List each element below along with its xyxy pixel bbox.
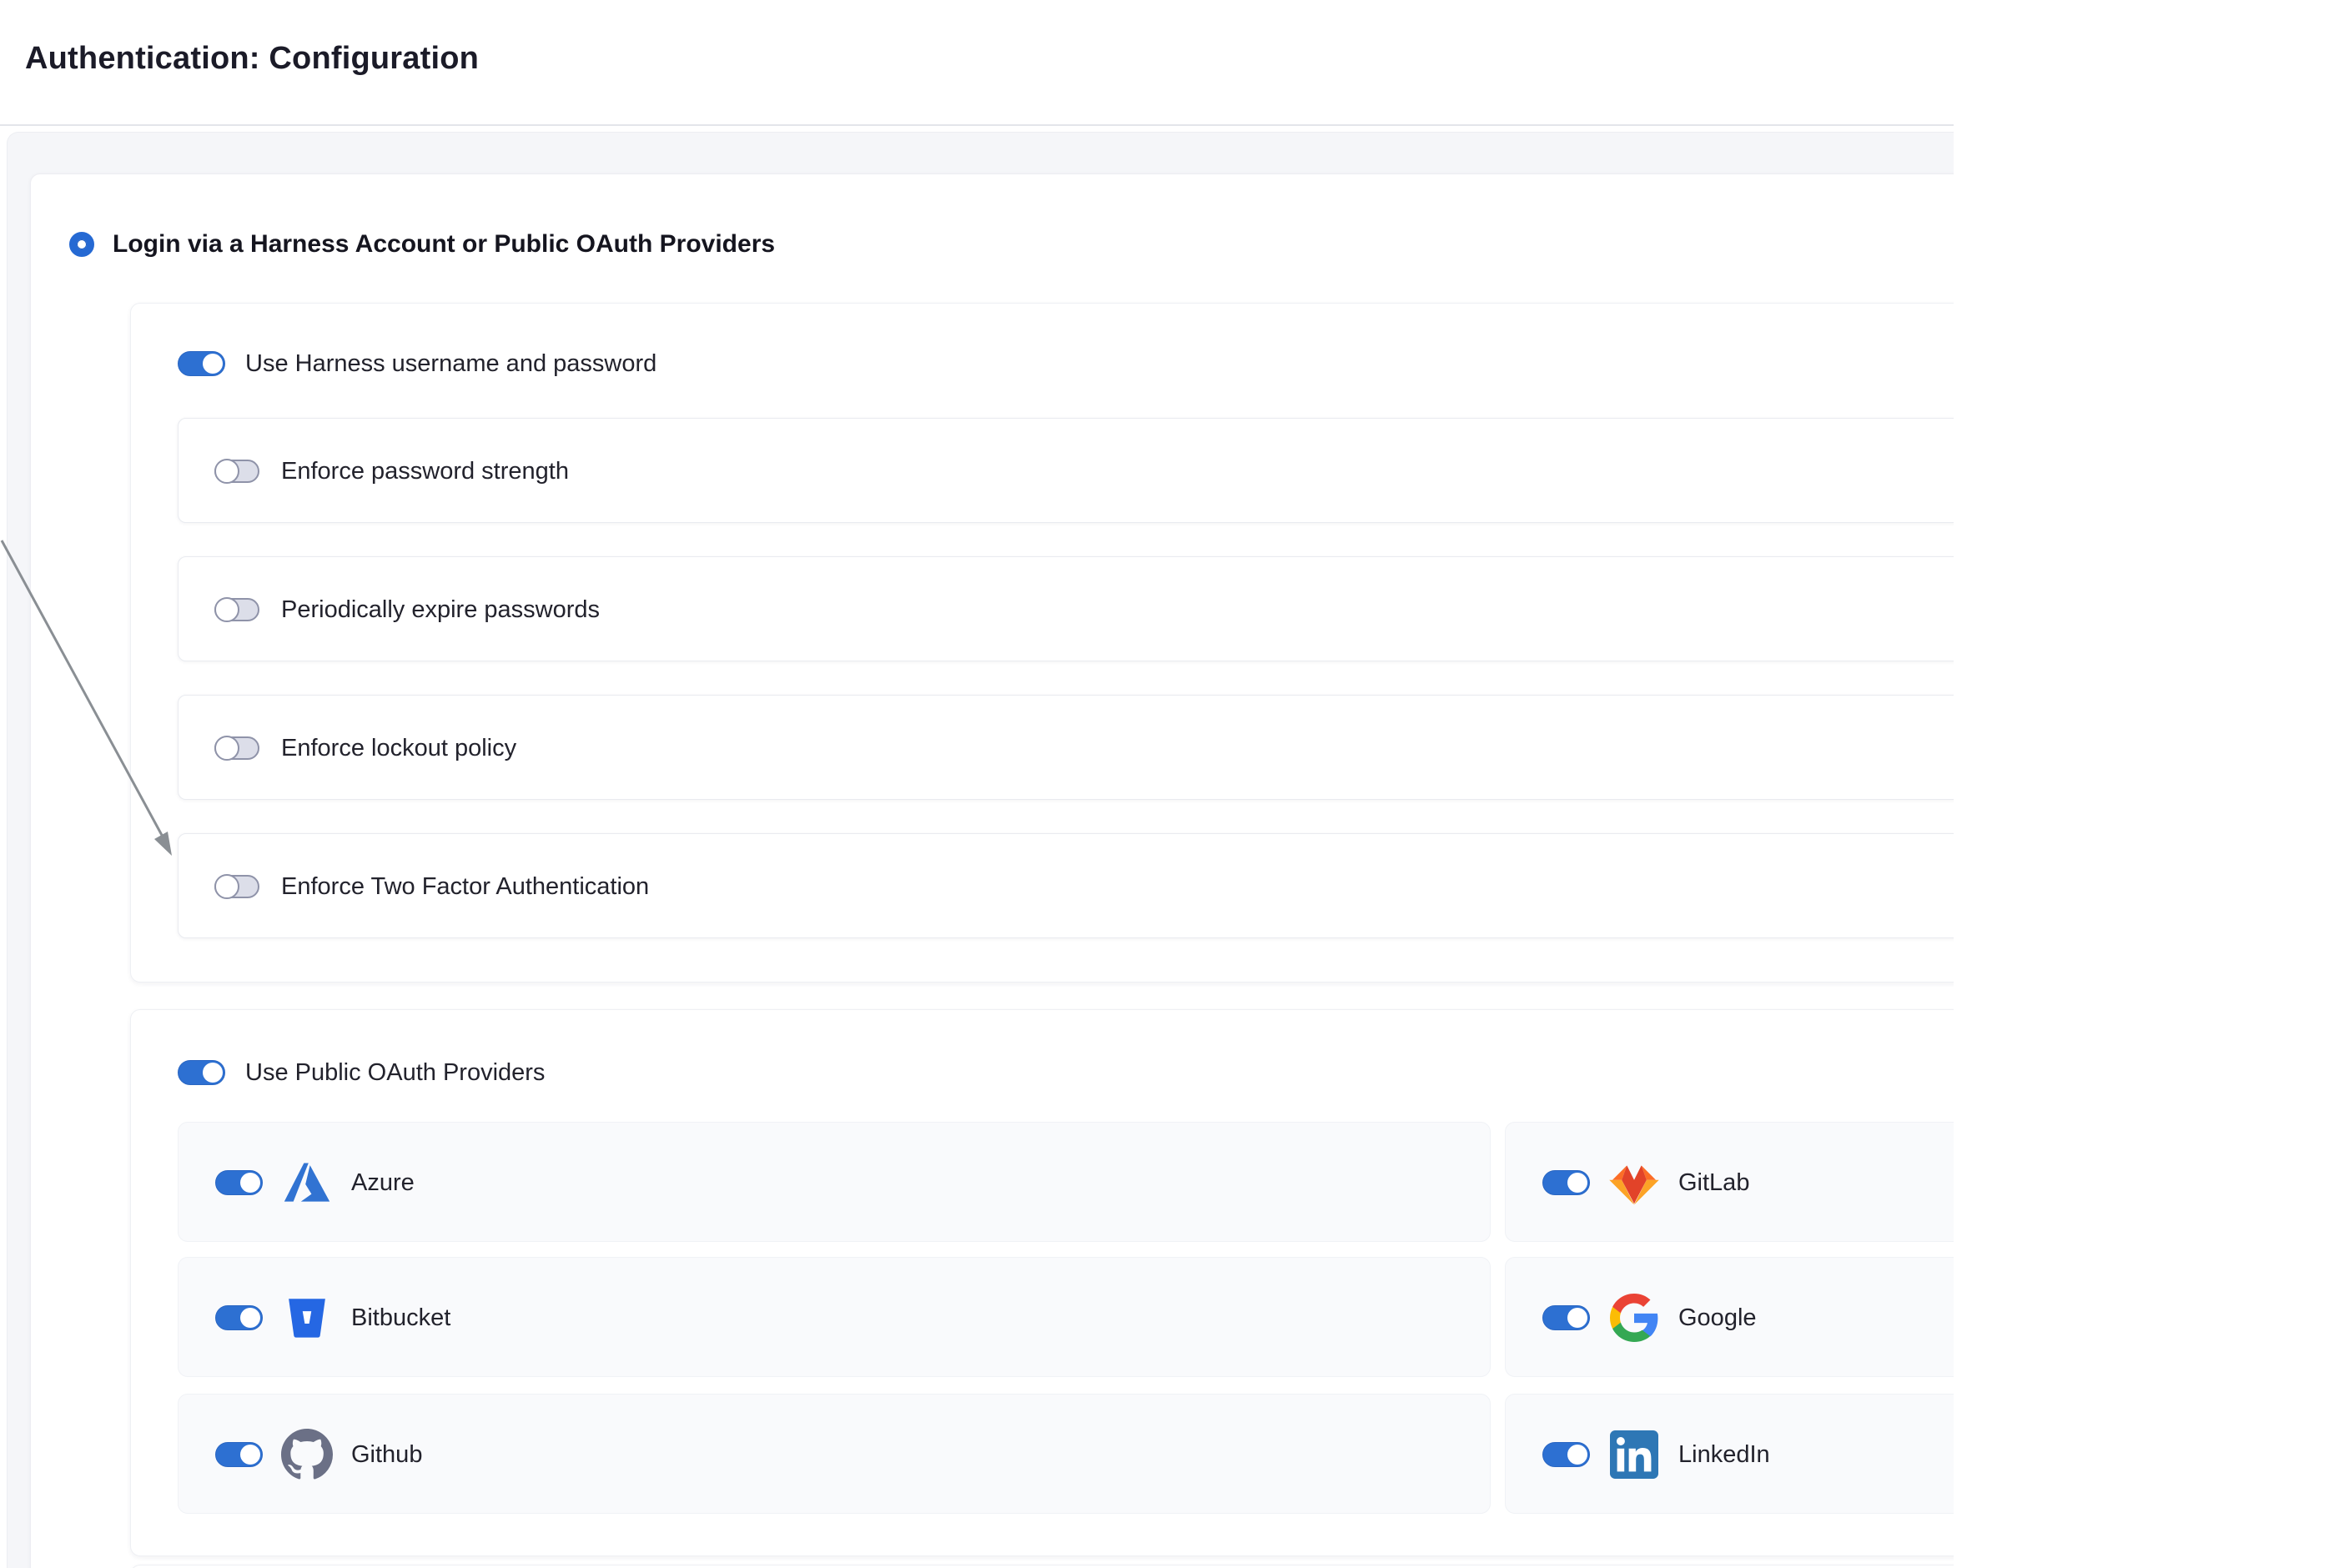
enforce-lockout-policy-card: Enforce lockout policy <box>178 695 1954 800</box>
enforce-two-factor-toggle[interactable] <box>214 875 259 898</box>
provider-tile-bitbucket: Bitbucket <box>178 1257 1491 1377</box>
github-label: Github <box>351 1441 422 1469</box>
toggle-knob <box>214 597 239 622</box>
toggle-knob <box>240 1173 260 1193</box>
enforce-password-strength-toggle[interactable] <box>214 460 259 483</box>
toggle-knob <box>214 459 239 484</box>
use-harness-username-toggle[interactable] <box>178 351 225 376</box>
header-divider <box>0 124 1954 126</box>
provider-tile-github: Github <box>178 1394 1491 1514</box>
use-public-oauth-toggle[interactable] <box>178 1060 225 1085</box>
toggle-knob <box>203 1063 223 1083</box>
gitlab-toggle[interactable] <box>1542 1170 1590 1195</box>
use-harness-username-label: Use Harness username and password <box>245 350 656 378</box>
next-section-card-sliver <box>130 1565 1954 1568</box>
enforce-two-factor-label: Enforce Two Factor Authentication <box>281 873 649 901</box>
provider-tile-azure: Azure <box>178 1122 1491 1242</box>
screenshot-root: Authentication: Configuration Login via … <box>0 0 2329 1568</box>
provider-tile-linkedin: LinkedIn <box>1505 1394 1954 1514</box>
sub-row: Enforce Two Factor Authentication <box>214 834 649 939</box>
azure-label: Azure <box>351 1169 415 1197</box>
login-mechanism-card: Login via a Harness Account or Public OA… <box>30 173 1954 1568</box>
sub-row: Enforce password strength <box>214 419 569 524</box>
periodically-expire-passwords-label: Periodically expire passwords <box>281 596 600 624</box>
use-public-oauth-row: Use Public OAuth Providers <box>178 1059 545 1086</box>
bitbucket-label: Bitbucket <box>351 1304 450 1332</box>
radio-selected-icon[interactable] <box>69 232 94 257</box>
toggle-knob <box>203 354 223 374</box>
page-header: Authentication: Configuration <box>0 0 1954 124</box>
azure-toggle[interactable] <box>215 1170 263 1195</box>
google-icon <box>1608 1292 1660 1344</box>
use-harness-username-row: Use Harness username and password <box>178 350 656 377</box>
enforce-lockout-policy-toggle[interactable] <box>214 736 259 760</box>
toggle-knob <box>214 874 239 899</box>
toggle-knob <box>240 1445 260 1465</box>
bitbucket-icon <box>281 1292 333 1344</box>
gitlab-label: GitLab <box>1678 1169 1749 1197</box>
provider-tile-gitlab: GitLab <box>1505 1122 1954 1242</box>
enforce-lockout-policy-label: Enforce lockout policy <box>281 735 516 762</box>
linkedin-label: LinkedIn <box>1678 1441 1770 1469</box>
page-title: Authentication: Configuration <box>25 41 479 77</box>
radio-label: Login via a Harness Account or Public OA… <box>113 230 775 259</box>
oauth-providers-card: Use Public OAuth Providers Azure <box>130 1009 1954 1556</box>
linkedin-icon <box>1608 1429 1660 1480</box>
azure-icon <box>281 1157 333 1209</box>
enforce-password-strength-card: Enforce password strength <box>178 418 1954 523</box>
google-toggle[interactable] <box>1542 1305 1590 1330</box>
github-icon <box>281 1429 333 1480</box>
bitbucket-toggle[interactable] <box>215 1305 263 1330</box>
enforce-password-strength-label: Enforce password strength <box>281 458 569 485</box>
toggle-knob <box>214 736 239 761</box>
linkedin-toggle[interactable] <box>1542 1442 1590 1467</box>
toggle-knob <box>1567 1445 1587 1465</box>
username-password-card: Use Harness username and password Enforc… <box>130 303 1954 983</box>
sub-row: Periodically expire passwords <box>214 557 600 662</box>
gitlab-icon <box>1608 1157 1660 1209</box>
periodically-expire-passwords-toggle[interactable] <box>214 598 259 621</box>
google-label: Google <box>1678 1304 1757 1332</box>
sub-row: Enforce lockout policy <box>214 696 516 801</box>
enforce-two-factor-card: Enforce Two Factor Authentication <box>178 833 1954 938</box>
login-mechanism-radio-row: Login via a Harness Account or Public OA… <box>69 226 775 263</box>
use-public-oauth-label: Use Public OAuth Providers <box>245 1059 545 1087</box>
toggle-knob <box>240 1308 260 1328</box>
app-content: Authentication: Configuration Login via … <box>0 0 1954 1568</box>
toggle-knob <box>1567 1173 1587 1193</box>
periodically-expire-passwords-card: Periodically expire passwords <box>178 556 1954 661</box>
provider-tile-google: Google <box>1505 1257 1954 1377</box>
toggle-knob <box>1567 1308 1587 1328</box>
github-toggle[interactable] <box>215 1442 263 1467</box>
